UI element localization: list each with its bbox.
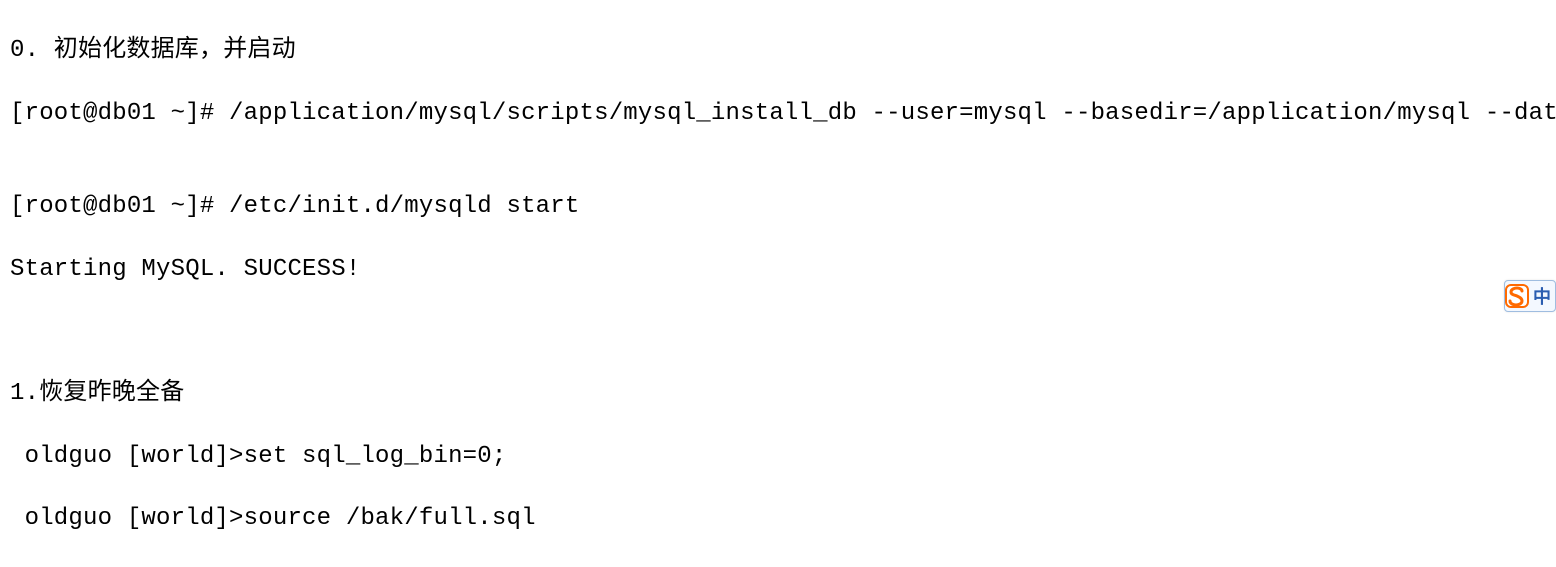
step1-title: 1.恢复昨晚全备 [10, 378, 1546, 409]
ime-floating-bar[interactable]: 中 [1504, 280, 1556, 312]
cmd-mysqld-start: [root@db01 ~]# /etc/init.d/mysqld start [10, 191, 1546, 222]
cmd-set-logbin-0-a: oldguo [world]>set sql_log_bin=0; [10, 441, 1546, 472]
step0-title: 0. 初始化数据库，并启动 [10, 35, 1546, 66]
cmd-source-full-sql: oldguo [world]>source /bak/full.sql [10, 503, 1546, 534]
terminal-output: 0. 初始化数据库，并启动 [root@db01 ~]# /applicatio… [0, 0, 1556, 567]
output-start-success: Starting MySQL. SUCCESS! [10, 254, 1546, 285]
ime-language-indicator: 中 [1533, 283, 1551, 309]
sogou-logo-icon [1505, 284, 1529, 308]
cmd-mysql-install-db: [root@db01 ~]# /application/mysql/script… [10, 98, 1546, 129]
